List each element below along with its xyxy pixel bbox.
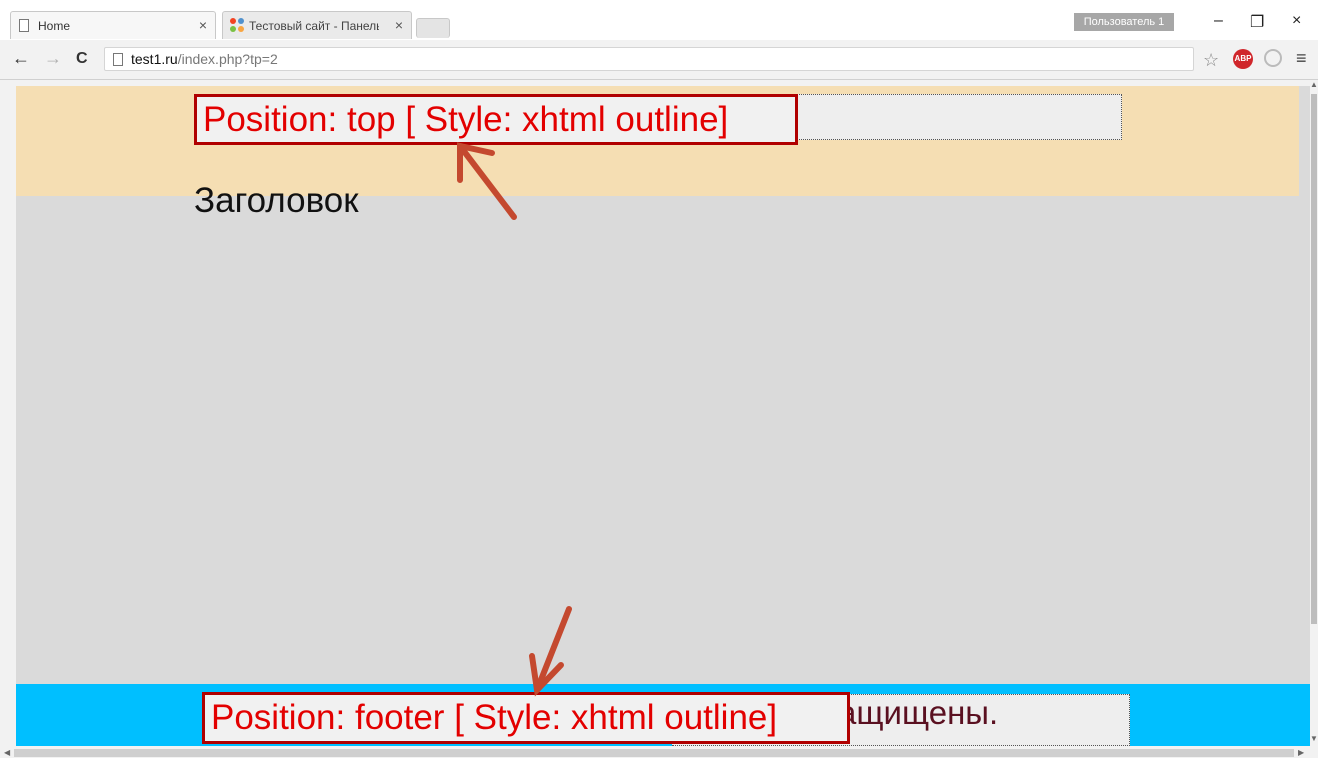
footer-copyright-text: ащищены. [838,694,999,731]
star-icon[interactable]: ☆ [1203,50,1219,71]
minimize-button[interactable]: – [1214,12,1223,30]
top-position-label: Position: top [ Style: xhtml outline] [194,94,798,145]
page-icon [19,19,29,32]
top-module-outline [794,94,1122,140]
tab-home[interactable]: Home × [10,11,216,39]
tab-title: Home [38,19,71,33]
menu-icon[interactable]: ≡ [1296,48,1307,69]
footer-band: ащищены. Position: footer [ Style: xhtml… [16,684,1310,746]
page-icon [113,53,123,66]
url-text[interactable]: test1.ru/index.php?tp=2 [131,51,278,67]
page-heading: Заголовок [194,181,359,220]
page-viewport: Position: top [ Style: xhtml outline] За… [0,80,1310,746]
scroll-down-icon[interactable]: ▼ [1310,734,1318,743]
profile-button[interactable]: Пользователь 1 [1074,13,1174,31]
url-path: /index.php?tp=2 [177,51,278,67]
horizontal-scroll-thumb[interactable] [14,749,1294,757]
footer-position-label: Position: footer [ Style: xhtml outline] [202,692,850,744]
close-window-button[interactable]: × [1292,12,1301,30]
joomla-icon [230,18,244,32]
reload-button[interactable]: C [76,50,88,68]
scroll-left-icon[interactable]: ◀ [4,748,10,757]
scroll-up-icon[interactable]: ▲ [1310,80,1318,89]
vertical-scroll-thumb[interactable] [1311,94,1317,624]
adblock-plus-icon[interactable]: ABP [1233,49,1253,69]
tab-close-icon[interactable]: × [199,17,207,33]
tab-title: Тестовый сайт - Панель у [249,19,379,33]
tab-strip: Home × Тестовый сайт - Панель у × Пользо… [0,0,1318,40]
tab-close-icon[interactable]: × [395,17,403,33]
back-button[interactable]: ← [12,48,30,69]
horizontal-scrollbar[interactable]: ◀ ▶ [0,746,1310,758]
scroll-right-icon[interactable]: ▶ [1298,748,1304,757]
vertical-scrollbar[interactable]: ▲ ▼ [1310,80,1318,746]
restore-button[interactable]: ❐ [1250,12,1264,32]
forward-button[interactable]: → [44,48,62,69]
address-bar[interactable]: test1.ru/index.php?tp=2 [104,47,1194,71]
toolbar: ← → C test1.ru/index.php?tp=2 ☆ [0,40,1318,80]
extension-icon[interactable] [1264,49,1282,67]
url-host: test1.ru [131,51,178,67]
new-tab-button[interactable] [416,18,450,38]
page-content: Position: top [ Style: xhtml outline] За… [16,86,1310,746]
tab-admin-panel[interactable]: Тестовый сайт - Панель у × [222,11,412,39]
